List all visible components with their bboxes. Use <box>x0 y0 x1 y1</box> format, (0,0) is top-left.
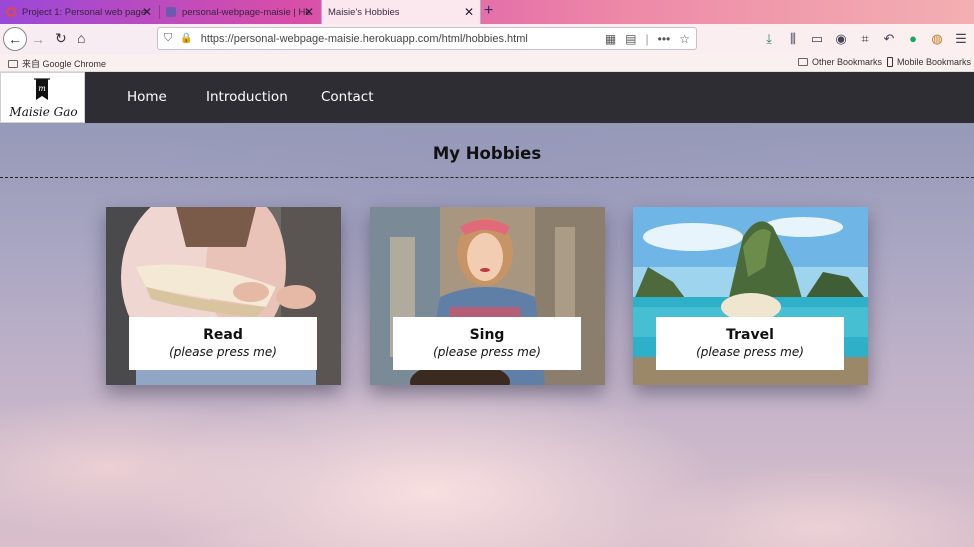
card-caption[interactable]: Read (please press me) <box>129 317 317 370</box>
screenshot-icon[interactable]: ⌗ <box>858 31 872 47</box>
bookmark-star-icon[interactable]: ☆ <box>679 32 690 46</box>
heroku-favicon-icon <box>166 7 176 17</box>
bookmark-folder-mobile[interactable]: Mobile Bookmarks <box>887 57 971 67</box>
undo-icon[interactable]: ↶ <box>882 31 896 47</box>
hobby-card-read[interactable]: Read (please press me) <box>106 207 341 385</box>
sidebar-icon[interactable]: ▭ <box>810 31 824 47</box>
nav-introduction[interactable]: Introduction <box>206 89 288 105</box>
card-subtitle: (please press me) <box>696 345 804 359</box>
nav-home[interactable]: Home <box>127 89 167 105</box>
lock-icon[interactable]: 🔒 <box>180 33 192 44</box>
tab-hobbies[interactable]: Maisie's Hobbies ✕ <box>321 0 481 24</box>
back-button[interactable]: ← <box>3 27 27 51</box>
svg-text:m: m <box>38 84 46 93</box>
more-actions-icon[interactable]: ••• <box>658 32 671 46</box>
nav-contact[interactable]: Contact <box>321 89 374 105</box>
browser-toolbar: ← → ↻ ⌂ ⛉ 🔒 https://personal-webpage-mai… <box>0 24 974 54</box>
grammarly-icon[interactable]: ● <box>906 31 920 47</box>
hobby-card-sing[interactable]: Sing (please press me) <box>370 207 605 385</box>
download-icon[interactable]: ⤓ <box>762 31 776 47</box>
card-title: Travel <box>726 327 774 343</box>
shield-icon[interactable]: ⛉ <box>164 32 172 45</box>
menu-icon[interactable]: ☰ <box>954 31 968 47</box>
reload-button[interactable]: ↻ <box>55 31 67 45</box>
card-subtitle: (please press me) <box>433 345 541 359</box>
extension-icon[interactable]: ◍ <box>930 31 944 47</box>
logo-text: Maisie Gao <box>9 105 78 119</box>
phone-icon <box>887 57 893 67</box>
card-caption[interactable]: Sing (please press me) <box>393 317 581 370</box>
bookmark-label: Other Bookmarks <box>812 57 883 67</box>
qr-code-icon[interactable]: ▦ <box>605 32 616 46</box>
tab-label: Project 1: Personal web page <box>22 6 147 18</box>
arrow-left-icon: ← <box>8 31 22 47</box>
page-title: My Hobbies <box>432 144 542 163</box>
dashed-divider <box>0 177 974 178</box>
bookmark-label: 来自 Google Chrome <box>22 59 107 69</box>
folder-icon <box>798 58 808 66</box>
tab-project[interactable]: Project 1: Personal web page ✕ <box>0 0 158 24</box>
hobby-card-travel[interactable]: Travel (please press me) <box>633 207 868 385</box>
close-tab-icon[interactable]: ✕ <box>464 5 474 19</box>
card-title: Read <box>203 327 243 343</box>
tab-label: Maisie's Hobbies <box>328 6 400 18</box>
page-content: m Maisie Gao Home Introduction Contact M… <box>0 72 974 547</box>
close-tab-icon[interactable]: ✕ <box>142 5 152 19</box>
forward-button[interactable]: → <box>31 32 45 46</box>
site-header: m Maisie Gao Home Introduction Contact <box>0 72 974 123</box>
bookmarks-bar: 来自 Google Chrome Other Bookmarks Mobile … <box>0 54 974 72</box>
account-icon[interactable]: ◉ <box>834 31 848 47</box>
site-logo[interactable]: m Maisie Gao <box>0 72 85 123</box>
tab-heroku[interactable]: personal-webpage-maisie | He ✕ <box>160 0 320 24</box>
tab-bar: Project 1: Personal web page ✕ personal-… <box>0 0 974 24</box>
card-title: Sing <box>469 327 505 343</box>
canvas-favicon-icon <box>6 7 16 17</box>
reader-view-icon[interactable]: ▤ <box>625 32 636 46</box>
tab-label: personal-webpage-maisie | He <box>182 6 310 18</box>
card-caption[interactable]: Travel (please press me) <box>656 317 844 370</box>
new-tab-button[interactable]: + <box>484 2 493 20</box>
bookmark-label: Mobile Bookmarks <box>897 57 972 67</box>
separator: | <box>645 32 649 46</box>
url-text[interactable]: https://personal-webpage-maisie.herokuap… <box>201 33 528 45</box>
card-subtitle: (please press me) <box>169 345 277 359</box>
bookmark-folder-other[interactable]: Other Bookmarks <box>798 57 882 67</box>
library-icon[interactable]: ⫼ <box>786 31 800 47</box>
address-bar[interactable]: ⛉ 🔒 https://personal-webpage-maisie.hero… <box>157 27 697 50</box>
close-tab-icon[interactable]: ✕ <box>304 5 314 19</box>
bookmark-folder-chrome[interactable]: 来自 Google Chrome <box>8 57 106 70</box>
home-button[interactable]: ⌂ <box>77 31 85 45</box>
folder-icon <box>8 59 18 68</box>
banner-emblem-icon: m <box>34 78 50 100</box>
